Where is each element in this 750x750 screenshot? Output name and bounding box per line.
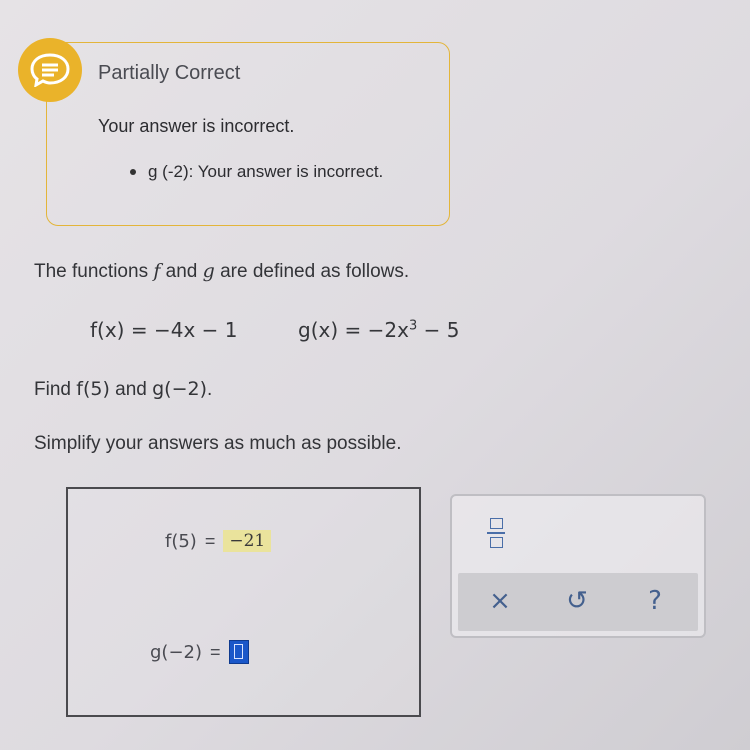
f-answer-label: f(5)	[165, 530, 197, 552]
bullet-icon	[130, 169, 136, 175]
f-answer-input[interactable]: −21	[223, 530, 272, 552]
help-icon[interactable]: ?	[638, 586, 672, 616]
g-equals: =	[210, 641, 221, 662]
answer-box	[66, 487, 421, 717]
feedback-detail: g (-2): Your answer is incorrect.	[130, 162, 383, 182]
f-definition: f(x) = −4x − 1	[90, 318, 238, 342]
feedback-title: Partially Correct	[98, 62, 241, 84]
feedback-detail-text: g (-2): Your answer is incorrect.	[148, 162, 384, 181]
clear-icon[interactable]: ×	[483, 586, 517, 616]
simplify-instruction: Simplify your answers as much as possibl…	[34, 433, 402, 454]
g-definition: g(x) = −2x3 − 5	[298, 318, 460, 342]
f-equals: =	[204, 530, 216, 551]
g-answer-row: g(−2) =	[150, 640, 249, 664]
problem-intro: The functions f and g are defined as fol…	[34, 260, 410, 282]
g-answer-label: g(−2)	[150, 641, 203, 663]
f-answer-row: f(5) = −21	[165, 530, 272, 552]
undo-icon[interactable]: ↺	[560, 586, 594, 616]
fraction-icon[interactable]	[482, 512, 510, 554]
chat-bubble-icon	[18, 38, 82, 102]
find-instruction: Find f(5) and g(−2).	[34, 378, 213, 400]
g-answer-input[interactable]	[228, 640, 249, 664]
feedback-message: Your answer is incorrect.	[98, 116, 295, 136]
